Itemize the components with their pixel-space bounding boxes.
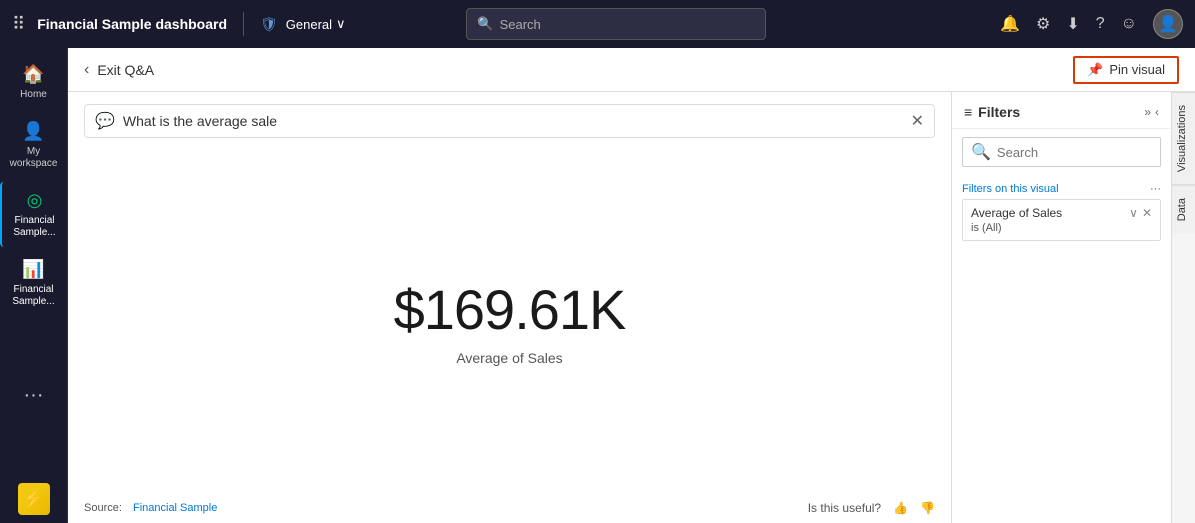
exit-qa-label: Exit Q&A [97,62,154,78]
help-icon[interactable]: ? [1096,15,1105,33]
filter-item-average-sales[interactable]: Average of Sales ∨ ✕ is (All) [962,199,1161,241]
filters-header: ≡ Filters » ‹ [952,92,1171,129]
sidebar-item-financial-sample-2[interactable]: 📊 Financial Sample... [0,251,67,316]
workspace-icon: 👤 [22,121,44,142]
download-icon[interactable]: ⬇ [1066,14,1079,34]
sidebar-more[interactable]: ··· [24,384,44,407]
filters-search-input[interactable] [997,145,1152,160]
thumbs-up-icon[interactable]: 👍 [893,501,908,515]
toolbar: ‹ Exit Q&A 📌 Pin visual [68,48,1195,92]
content-area: 💬 ✕ $169.61K Average of Sales Source: Fi… [68,92,1195,523]
source-label: Source: [84,502,122,514]
filters-arrows: » ‹ [1144,105,1159,119]
navbar-icons: 🔔 ⚙ ⬇ ? ☺ 👤 [1000,9,1183,39]
financial-sample-circle-icon: ◎ [27,190,43,211]
back-button[interactable]: ‹ [84,61,89,79]
avatar[interactable]: 👤 [1153,9,1183,39]
tab-data[interactable]: Data [1172,185,1195,233]
side-tabs: Visualizations Data [1171,92,1195,523]
home-icon: 🏠 [22,64,44,85]
filter-icon: ≡ [964,104,972,120]
arrow-right-icon[interactable]: » [1144,105,1151,119]
navbar: ⠿ Financial Sample dashboard 🛡 General ∨… [0,0,1195,48]
chat-icon: 💬 [95,111,115,131]
filters-search-box[interactable]: 🔍 [962,137,1161,167]
tab-visualizations[interactable]: Visualizations [1172,92,1195,185]
apps-icon[interactable]: ⠿ [12,14,25,35]
filters-title: ≡ Filters [964,104,1020,120]
smile-icon[interactable]: ☺ [1121,15,1137,33]
filter-item-header: Average of Sales ∨ ✕ [971,206,1152,220]
search-bar[interactable]: 🔍 Search [466,8,766,40]
qa-footer: Source: Financial Sample Is this useful?… [68,493,951,523]
filters-dots[interactable]: ··· [1150,183,1161,195]
filter-chevron-icon[interactable]: ∨ [1129,206,1138,220]
sidebar-item-workspace[interactable]: 👤 My workspace [0,113,67,178]
search-icon: 🔍 [477,16,493,32]
filter-item-value: is (All) [971,222,1152,234]
shield-icon: 🛡 [260,16,278,33]
navbar-title: Financial Sample dashboard [37,16,227,32]
close-icon[interactable]: ✕ [911,111,924,131]
search-icon: 🔍 [971,142,991,162]
qa-visual-area: $169.61K Average of Sales [68,150,951,493]
filters-on-visual: Filters on this visual ··· [952,175,1171,199]
powerbi-logo: ⚡ [18,483,50,515]
qa-area: 💬 ✕ $169.61K Average of Sales Source: Fi… [68,92,951,523]
useful-label: Is this useful? [808,501,881,515]
source-link[interactable]: Financial Sample [133,502,217,514]
qa-input-bar[interactable]: 💬 ✕ [84,104,935,138]
sidebar-item-home[interactable]: 🏠 Home [0,56,67,109]
chevron-down-icon: ∨ [336,16,346,32]
average-sales-value: $169.61K [394,277,626,342]
sidebar: 🏠 Home 👤 My workspace ◎ Financial Sample… [0,48,68,523]
pin-icon: 📌 [1087,62,1103,78]
qa-input[interactable] [123,113,903,129]
qa-footer-right: Is this useful? 👍 👎 [808,501,935,515]
sidebar-item-financial-sample-1[interactable]: ◎ Financial Sample... [0,182,67,247]
pin-visual-button[interactable]: 📌 Pin visual [1073,56,1179,84]
bell-icon[interactable]: 🔔 [1000,14,1020,34]
arrow-left-icon[interactable]: ‹ [1155,105,1159,119]
main-content: ‹ Exit Q&A 📌 Pin visual 💬 ✕ $169.61K [68,48,1195,523]
main-layout: 🏠 Home 👤 My workspace ◎ Financial Sample… [0,48,1195,523]
navbar-general[interactable]: General ∨ [286,16,346,32]
filter-clear-icon[interactable]: ✕ [1142,206,1152,220]
financial-sample-chart-icon: 📊 [22,259,44,280]
filters-panel: ≡ Filters » ‹ 🔍 Filters on this visual ·… [951,92,1171,523]
thumbs-down-icon[interactable]: 👎 [920,501,935,515]
settings-icon[interactable]: ⚙ [1036,14,1050,34]
filter-item-controls: ∨ ✕ [1129,206,1152,220]
navbar-divider [243,12,244,36]
average-sales-label: Average of Sales [456,350,562,366]
